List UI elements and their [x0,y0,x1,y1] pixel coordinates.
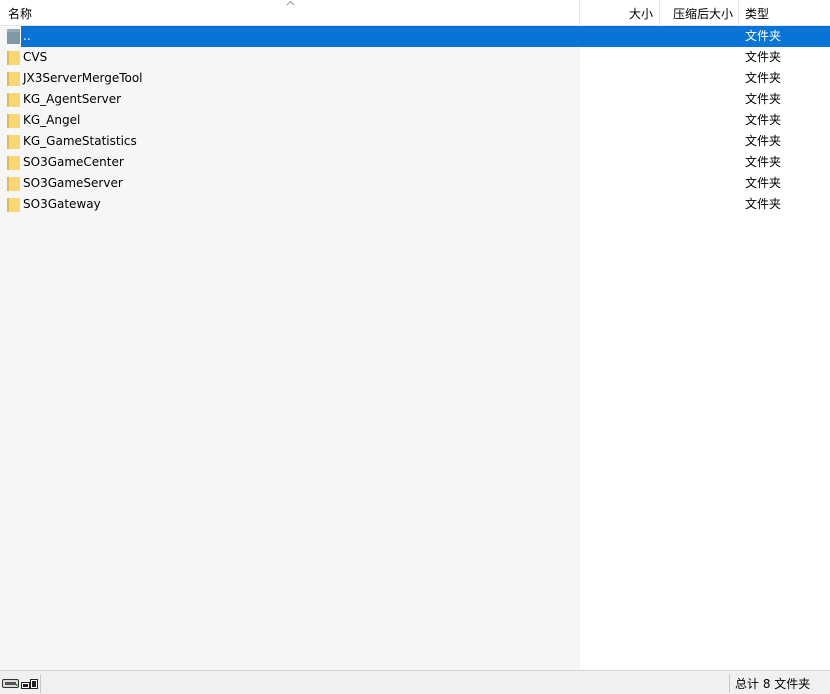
folder-icon [7,93,20,107]
list-item-name: SO3Gateway [23,197,101,211]
network-icon[interactable] [21,678,39,690]
list-item-parent[interactable]: .. 文件夹 [0,26,830,47]
folder-icon [7,177,20,191]
list-item-type: 文件夹 [745,92,782,106]
sort-ascending-icon [286,0,295,6]
column-header-packed-size[interactable]: 压缩后大小 [660,0,739,26]
list-item-type: 文件夹 [745,50,782,64]
status-separator [40,674,41,693]
list-item-type: 文件夹 [745,113,782,127]
column-header-name-label: 名称 [8,7,33,21]
list-item[interactable]: KG_AgentServer 文件夹 [0,89,830,110]
parent-folder-icon [7,29,20,44]
file-list: .. 文件夹 CVS 文件夹 JX3ServerMergeTool 文件夹 KG… [0,26,830,215]
column-header-type-label: 类型 [745,7,770,21]
list-item-name: .. [23,29,31,43]
list-item[interactable]: KG_GameStatistics 文件夹 [0,131,830,152]
status-summary: 总计 8 文件夹 [735,677,811,691]
list-item-name: CVS [23,50,48,64]
drive-icon[interactable] [2,679,20,689]
column-header-size-label: 大小 [628,7,653,21]
list-item-name: KG_GameStatistics [23,134,137,148]
folder-icon [7,135,20,149]
list-item[interactable]: KG_Angel 文件夹 [0,110,830,131]
list-item[interactable]: JX3ServerMergeTool 文件夹 [0,68,830,89]
list-item-name: SO3GameServer [23,176,123,190]
list-item-type: 文件夹 [745,71,782,85]
list-item[interactable]: CVS 文件夹 [0,47,830,68]
folder-icon [7,72,20,86]
list-item-type: 文件夹 [745,155,782,169]
column-header-size[interactable]: 大小 [580,0,660,26]
status-bar: 总计 8 文件夹 [0,670,830,694]
list-item-type: 文件夹 [745,29,782,43]
folder-icon [7,114,20,128]
column-header-type[interactable]: 类型 [739,0,830,26]
list-item[interactable]: SO3GameCenter 文件夹 [0,152,830,173]
list-item-type: 文件夹 [745,134,782,148]
column-header: 名称 大小 压缩后大小 类型 [0,0,830,26]
status-separator [729,674,730,693]
list-item[interactable]: SO3Gateway 文件夹 [0,194,830,215]
folder-icon [7,156,20,170]
archive-browser-window: 名称 大小 压缩后大小 类型 .. 文件夹 CVS 文件夹 JX3ServerM… [0,0,830,694]
list-item-name: KG_Angel [23,113,81,127]
folder-icon [7,198,20,212]
list-item-type: 文件夹 [745,176,782,190]
list-item-name: SO3GameCenter [23,155,124,169]
column-header-packed-size-label: 压缩后大小 [672,7,733,21]
list-item[interactable]: SO3GameServer 文件夹 [0,173,830,194]
selection-highlight [21,26,830,47]
list-item-type: 文件夹 [745,197,782,211]
list-item-name: KG_AgentServer [23,92,122,106]
folder-icon [7,51,20,65]
list-item-name: JX3ServerMergeTool [23,71,143,85]
